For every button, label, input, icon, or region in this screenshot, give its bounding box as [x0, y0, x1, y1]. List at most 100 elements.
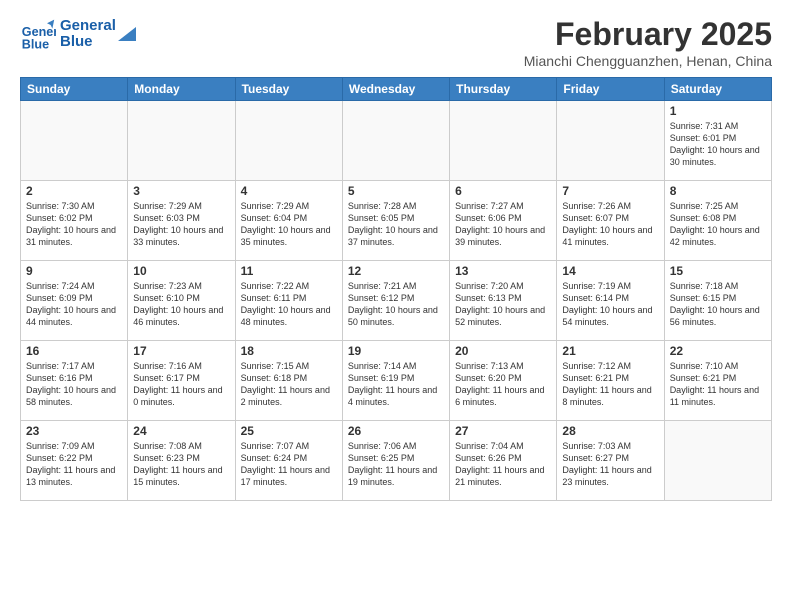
table-row: 27Sunrise: 7:04 AM Sunset: 6:26 PM Dayli… [450, 421, 557, 501]
day-number: 13 [455, 264, 551, 278]
logo: General Blue General Blue [20, 16, 136, 52]
calendar-week-row: 1 Sunrise: 7:31 AM Sunset: 6:01 PM Daylig… [21, 101, 772, 181]
title-section: February 2025 Mianchi Chengguanzhen, Hen… [524, 16, 772, 69]
day-number: 17 [133, 344, 229, 358]
day-number: 28 [562, 424, 658, 438]
day-content: Sunrise: 7:08 AM Sunset: 6:23 PM Dayligh… [133, 440, 229, 489]
table-row [664, 421, 771, 501]
day-number: 2 [26, 184, 122, 198]
day-content: Sunrise: 7:20 AM Sunset: 6:13 PM Dayligh… [455, 280, 551, 329]
table-row: 15Sunrise: 7:18 AM Sunset: 6:15 PM Dayli… [664, 261, 771, 341]
calendar-header-row: Sunday Monday Tuesday Wednesday Thursday… [21, 78, 772, 101]
day-content: Sunrise: 7:13 AM Sunset: 6:20 PM Dayligh… [455, 360, 551, 409]
table-row: 4 Sunrise: 7:29 AM Sunset: 6:04 PM Daylig… [235, 181, 342, 261]
table-row: 11 Sunrise: 7:22 AM Sunset: 6:11 PM Dayli… [235, 261, 342, 341]
day-number: 6 [455, 184, 551, 198]
day-content: Sunrise: 7:22 AM Sunset: 6:11 PM Dayligh… [241, 280, 337, 329]
day-content: Sunrise: 7:09 AM Sunset: 6:22 PM Dayligh… [26, 440, 122, 489]
table-row: 10Sunrise: 7:23 AM Sunset: 6:10 PM Dayli… [128, 261, 235, 341]
day-number: 12 [348, 264, 444, 278]
day-content: Sunrise: 7:18 AM Sunset: 6:15 PM Dayligh… [670, 280, 766, 329]
col-thursday: Thursday [450, 78, 557, 101]
day-number: 7 [562, 184, 658, 198]
logo-general: General [60, 18, 116, 35]
day-number: 5 [348, 184, 444, 198]
col-saturday: Saturday [664, 78, 771, 101]
calendar-table: Sunday Monday Tuesday Wednesday Thursday… [20, 77, 772, 501]
month-title: February 2025 [524, 16, 772, 53]
table-row: 20 Sunrise: 7:13 AM Sunset: 6:20 PM Dayli… [450, 341, 557, 421]
day-number: 24 [133, 424, 229, 438]
day-number: 25 [241, 424, 337, 438]
day-number: 1 [670, 104, 766, 118]
table-row: 2 Sunrise: 7:30 AM Sunset: 6:02 PM Daylig… [21, 181, 128, 261]
day-number: 16 [26, 344, 122, 358]
col-sunday: Sunday [21, 78, 128, 101]
day-content: Sunrise: 7:04 AM Sunset: 6:26 PM Dayligh… [455, 440, 551, 489]
col-friday: Friday [557, 78, 664, 101]
day-content: Sunrise: 7:17 AM Sunset: 6:16 PM Dayligh… [26, 360, 122, 409]
day-number: 20 [455, 344, 551, 358]
table-row: 6 Sunrise: 7:27 AM Sunset: 6:06 PM Daylig… [450, 181, 557, 261]
table-row: 17 Sunrise: 7:16 AM Sunset: 6:17 PM Dayli… [128, 341, 235, 421]
location: Mianchi Chengguanzhen, Henan, China [524, 53, 772, 69]
calendar-week-row: 16 Sunrise: 7:17 AM Sunset: 6:16 PM Dayli… [21, 341, 772, 421]
table-row: 5 Sunrise: 7:28 AM Sunset: 6:05 PM Daylig… [342, 181, 449, 261]
table-row: 19Sunrise: 7:14 AM Sunset: 6:19 PM Dayli… [342, 341, 449, 421]
table-row: 26 Sunrise: 7:06 AM Sunset: 6:25 PM Dayli… [342, 421, 449, 501]
day-content: Sunrise: 7:29 AM Sunset: 6:04 PM Dayligh… [241, 200, 337, 249]
table-row: 3Sunrise: 7:29 AM Sunset: 6:03 PM Daylig… [128, 181, 235, 261]
day-content: Sunrise: 7:16 AM Sunset: 6:17 PM Dayligh… [133, 360, 229, 409]
day-content: Sunrise: 7:31 AM Sunset: 6:01 PM Dayligh… [670, 120, 766, 169]
calendar-week-row: 2 Sunrise: 7:30 AM Sunset: 6:02 PM Daylig… [21, 181, 772, 261]
day-number: 8 [670, 184, 766, 198]
calendar-week-row: 23 Sunrise: 7:09 AM Sunset: 6:22 PM Dayli… [21, 421, 772, 501]
day-number: 26 [348, 424, 444, 438]
table-row [557, 101, 664, 181]
table-row: 21 Sunrise: 7:12 AM Sunset: 6:21 PM Dayli… [557, 341, 664, 421]
calendar-week-row: 9 Sunrise: 7:24 AM Sunset: 6:09 PM Daylig… [21, 261, 772, 341]
table-row: 28 Sunrise: 7:03 AM Sunset: 6:27 PM Dayli… [557, 421, 664, 501]
col-wednesday: Wednesday [342, 78, 449, 101]
table-row [342, 101, 449, 181]
table-row: 8 Sunrise: 7:25 AM Sunset: 6:08 PM Daylig… [664, 181, 771, 261]
col-monday: Monday [128, 78, 235, 101]
table-row: 12Sunrise: 7:21 AM Sunset: 6:12 PM Dayli… [342, 261, 449, 341]
day-content: Sunrise: 7:10 AM Sunset: 6:21 PM Dayligh… [670, 360, 766, 409]
table-row: 16 Sunrise: 7:17 AM Sunset: 6:16 PM Dayli… [21, 341, 128, 421]
day-content: Sunrise: 7:23 AM Sunset: 6:10 PM Dayligh… [133, 280, 229, 329]
day-content: Sunrise: 7:28 AM Sunset: 6:05 PM Dayligh… [348, 200, 444, 249]
day-content: Sunrise: 7:25 AM Sunset: 6:08 PM Dayligh… [670, 200, 766, 249]
table-row: 25Sunrise: 7:07 AM Sunset: 6:24 PM Dayli… [235, 421, 342, 501]
table-row: 24 Sunrise: 7:08 AM Sunset: 6:23 PM Dayli… [128, 421, 235, 501]
page: General Blue General Blue February 2025 … [0, 0, 792, 612]
day-content: Sunrise: 7:19 AM Sunset: 6:14 PM Dayligh… [562, 280, 658, 329]
day-number: 4 [241, 184, 337, 198]
table-row [450, 101, 557, 181]
day-content: Sunrise: 7:15 AM Sunset: 6:18 PM Dayligh… [241, 360, 337, 409]
day-content: Sunrise: 7:06 AM Sunset: 6:25 PM Dayligh… [348, 440, 444, 489]
day-number: 19 [348, 344, 444, 358]
table-row [128, 101, 235, 181]
table-row: 14 Sunrise: 7:19 AM Sunset: 6:14 PM Dayli… [557, 261, 664, 341]
day-content: Sunrise: 7:12 AM Sunset: 6:21 PM Dayligh… [562, 360, 658, 409]
table-row: 23 Sunrise: 7:09 AM Sunset: 6:22 PM Dayli… [21, 421, 128, 501]
table-row: 13 Sunrise: 7:20 AM Sunset: 6:13 PM Dayli… [450, 261, 557, 341]
day-content: Sunrise: 7:27 AM Sunset: 6:06 PM Dayligh… [455, 200, 551, 249]
day-content: Sunrise: 7:30 AM Sunset: 6:02 PM Dayligh… [26, 200, 122, 249]
day-number: 9 [26, 264, 122, 278]
day-number: 3 [133, 184, 229, 198]
day-number: 11 [241, 264, 337, 278]
day-number: 22 [670, 344, 766, 358]
svg-text:Blue: Blue [22, 37, 49, 51]
day-number: 23 [26, 424, 122, 438]
day-number: 21 [562, 344, 658, 358]
day-content: Sunrise: 7:03 AM Sunset: 6:27 PM Dayligh… [562, 440, 658, 489]
table-row: 1 Sunrise: 7:31 AM Sunset: 6:01 PM Daylig… [664, 101, 771, 181]
day-number: 14 [562, 264, 658, 278]
table-row: 22 Sunrise: 7:10 AM Sunset: 6:21 PM Dayli… [664, 341, 771, 421]
table-row: 18Sunrise: 7:15 AM Sunset: 6:18 PM Dayli… [235, 341, 342, 421]
logo-icon: General Blue [20, 16, 56, 52]
col-tuesday: Tuesday [235, 78, 342, 101]
day-content: Sunrise: 7:24 AM Sunset: 6:09 PM Dayligh… [26, 280, 122, 329]
